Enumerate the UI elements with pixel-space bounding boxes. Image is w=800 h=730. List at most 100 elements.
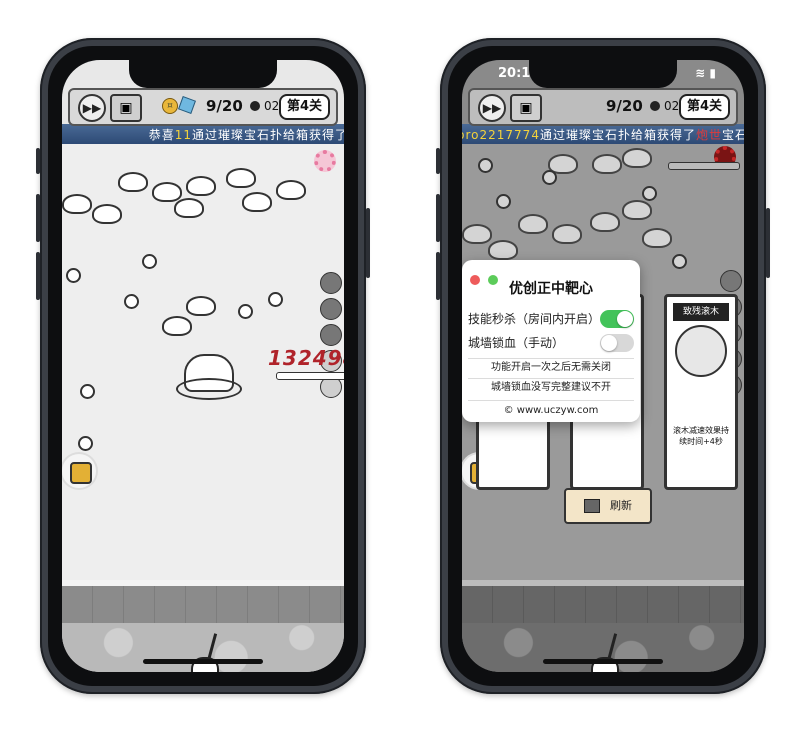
monster [592,154,622,174]
level-badge: 第4关 [678,94,730,120]
note: 功能开启一次之后无需关闭 [491,362,611,373]
play-icon[interactable]: ▶▶ [478,94,506,122]
monster [186,296,216,316]
announcement-ticker: 恭喜horo2217774通过璀璨宝石扑给箱获得了炮世宝石 [462,124,744,144]
wave-counter: 9/20 [206,97,243,115]
option-label: 技能秒杀（房间内开启） [468,312,601,326]
divider [468,358,634,359]
gear-icon[interactable] [314,150,336,172]
player-character [183,633,223,672]
monster [552,224,582,244]
boss-health-bar [276,372,344,380]
player-character [583,633,623,672]
battlefield: 1324986 [62,144,344,582]
volume-up-button [36,194,40,242]
skill-slot[interactable] [720,270,742,292]
power-button [366,208,370,278]
mod-menu-popup: 优创正中靶心 技能秒杀（房间内开启） 城墙锁血（手动） 功能开启一次之后无需关闭… [462,260,640,422]
damage-number: 1324986 [268,346,344,370]
left-phone-frame: ▶▶ ▣ ¤ 9/20 02:04 第4关 恭喜11通过璀璨宝石扑给箱获得了 [36,38,370,694]
phone-bezel: 20:14 ≋ ▮ ▶▶ ▣ 9/20 02:09 第4关 恭喜horo2217… [448,46,758,686]
skill-slot[interactable] [320,324,342,346]
refresh-label: 刷新 [610,499,632,512]
note: 城墙锁血没写完整建议不开 [491,382,611,393]
monster [518,214,548,234]
skill-column [320,272,342,402]
minion [124,294,139,309]
minion [66,268,81,283]
wifi-icon: ≋ ▮ [695,66,716,80]
boss-health-bar [668,162,740,170]
ticker-message: 通过璀璨宝石扑给箱获得了 [539,128,696,142]
skill-card[interactable]: 致残滚木 滚木减速效果持续时间+4秒 [664,294,738,490]
left-game-screen: ▶▶ ▣ ¤ 9/20 02:04 第4关 恭喜11通过璀璨宝石扑给箱获得了 [62,60,344,672]
option-wall-lock: 城墙锁血（手动） [468,332,634,354]
minion [142,254,157,269]
ticker-prefix: 恭喜 [148,128,175,142]
notch [129,60,277,88]
ticker-suffix: 宝石 [721,128,744,142]
castle-wall: 99999 [62,580,344,640]
gem-icon [178,96,196,114]
monster [152,182,182,202]
minion [542,170,557,185]
chest-icon[interactable]: ▣ [510,94,542,122]
skill-slot[interactable] [320,272,342,294]
monster [186,176,216,196]
monster [622,200,652,220]
skill-slot[interactable] [320,298,342,320]
card-description: 滚木减速效果持续时间+4秒 [673,426,729,446]
volume-up-button [436,194,440,242]
phone-bezel: ▶▶ ▣ ¤ 9/20 02:04 第4关 恭喜11通过璀璨宝石扑给箱获得了 [48,46,358,686]
home-indicator[interactable] [543,659,663,664]
monster [174,198,204,218]
chest-icon[interactable]: ▣ [110,94,142,122]
divider [468,378,634,379]
popup-title: 优创正中靶心 [509,281,593,297]
home-indicator[interactable] [143,659,263,664]
popup-footer: © www.uczyw.com [503,405,599,416]
minion [238,304,253,319]
monster [226,168,256,188]
divider [468,400,634,401]
right-game-screen: 20:14 ≋ ▮ ▶▶ ▣ 9/20 02:09 第4关 恭喜horo2217… [462,60,744,672]
video-ad-icon [584,499,600,513]
monster [162,316,192,336]
ticker-player-name: horo2217774 [462,128,540,142]
right-phone-frame: 20:14 ≋ ▮ ▶▶ ▣ 9/20 02:09 第4关 恭喜horo2217… [436,38,770,694]
play-icon[interactable]: ▶▶ [78,94,106,122]
puzzle-icon [70,462,92,484]
monster [118,172,148,192]
minion [268,292,283,307]
monster [642,228,672,248]
volume-down-button [36,252,40,300]
ticker-item-name: 炮世 [695,128,722,142]
minion [496,194,511,209]
castle-wall: 99999 [462,580,744,640]
monster [590,212,620,232]
minion [672,254,687,269]
monster [62,194,92,214]
option-label: 城墙锁血（手动） [468,336,565,350]
mute-switch [436,148,440,174]
monster [488,240,518,260]
card-title: 致残滚木 [673,303,729,321]
monster [242,192,272,212]
clock-icon [250,101,260,111]
ground [62,623,344,672]
skill-kill-toggle[interactable] [600,310,634,328]
wall-lock-toggle[interactable] [600,334,634,352]
refresh-button[interactable]: 刷新 [564,488,652,524]
puzzle-button[interactable] [62,454,96,488]
minion [478,158,493,173]
ticker-player-name: 11 [174,128,192,142]
coin-icon: ¤ [162,98,178,114]
monster [276,180,306,200]
ticker-message: 通过璀璨宝石扑给箱获得了 [191,128,344,142]
level-badge: 第4关 [278,94,330,120]
boss-ring [176,378,242,400]
monster [92,204,122,224]
volume-down-button [436,252,440,300]
minion [642,186,657,201]
clock-icon [650,101,660,111]
